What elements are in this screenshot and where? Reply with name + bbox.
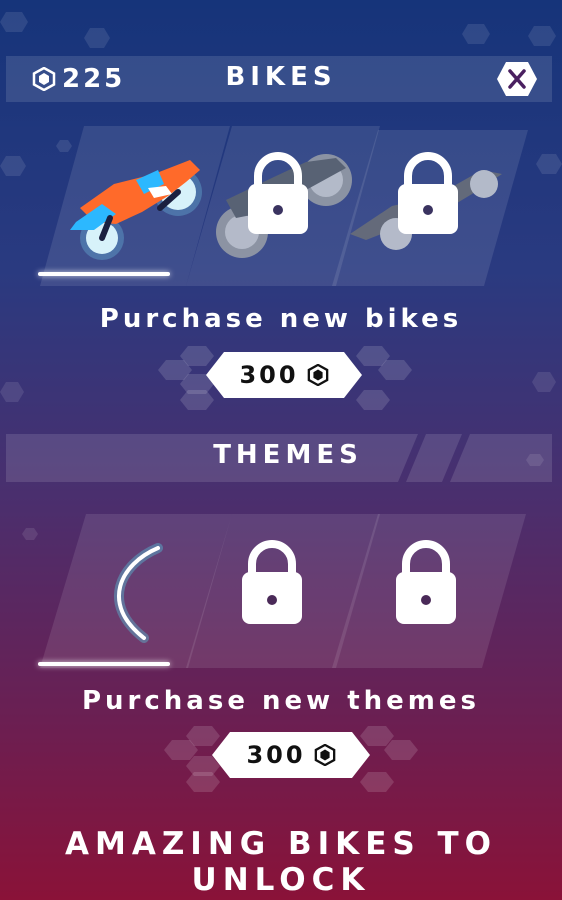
purchase-bikes-text: Purchase new bikes [99,304,463,334]
bike-price-value: 300 [239,361,299,389]
bike-card-3[interactable] [332,130,528,286]
page-title: BIKES [225,62,337,92]
hexagon-coin-icon [314,744,335,766]
purchase-themes-text: Purchase new themes [81,686,480,716]
bike-selected-underline [38,272,170,276]
promo-banner-text: AMAZING BIKES TO UNLOCK [64,826,497,898]
theme-price-value: 300 [246,741,306,769]
theme-selected-underline [38,662,170,666]
hexagon-coin-icon [307,364,328,386]
close-icon [497,62,537,96]
bike-price-button[interactable]: 300 [206,352,362,398]
theme-card-3[interactable] [332,514,526,668]
theme-price-button[interactable]: 300 [212,732,370,778]
themes-title: THEMES [213,440,363,470]
close-button[interactable] [496,60,538,98]
